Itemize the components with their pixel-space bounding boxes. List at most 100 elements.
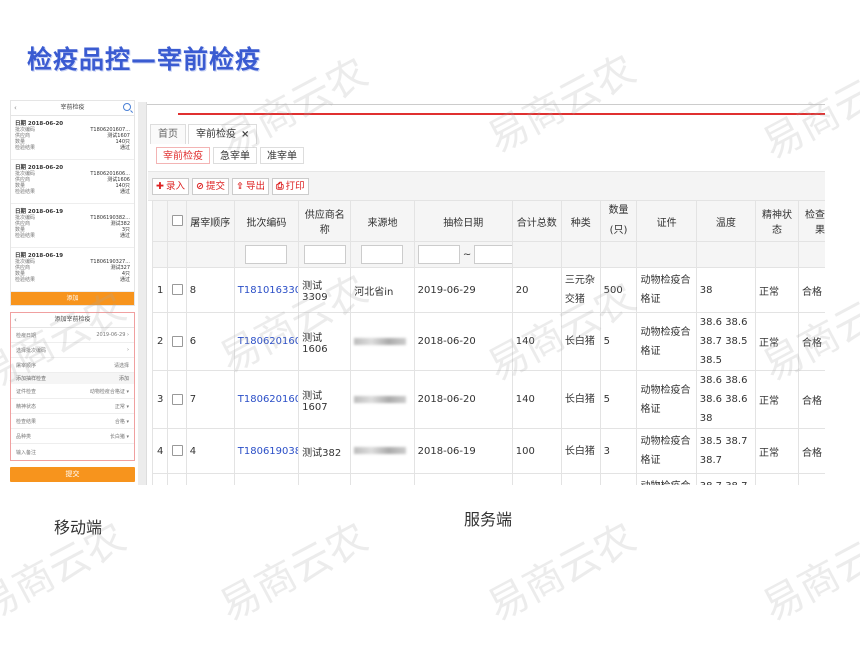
batch-code-link[interactable]: T181016330901 — [238, 285, 298, 296]
cell-cert: 动物检疫合格证 — [636, 473, 697, 485]
record-field-value: 通过 — [119, 277, 130, 283]
cell-batch[interactable]: T180620160601 — [233, 312, 300, 371]
col-header[interactable]: 供应商名称 — [298, 200, 352, 242]
submit-button[interactable]: ⊘ 提交 — [191, 178, 229, 195]
cell-origin — [350, 428, 415, 474]
row-checkbox[interactable] — [171, 445, 183, 457]
form-field[interactable]: 选择批次编码 › — [11, 343, 134, 358]
watermark: 易商云农 — [755, 514, 860, 631]
tab-home[interactable]: 首页 — [150, 124, 186, 144]
search-icon[interactable] — [123, 103, 131, 111]
batch-filter-input[interactable] — [245, 245, 288, 264]
mobile-record-card[interactable]: 日期 2018-06-20 批次编码 T1806201607... 供应商 测试1607… — [11, 116, 134, 160]
mobile-record-card[interactable]: 日期 2018-06-20 批次编码 T1806201606... 供应商 测试1606… — [11, 160, 134, 204]
batch-code-link[interactable]: T180620160701 — [238, 394, 298, 405]
form-field[interactable]: 精神状态 正常 ▾ — [11, 399, 134, 414]
col-header[interactable]: 证件 — [636, 200, 697, 242]
close-icon[interactable]: × — [241, 129, 249, 140]
mobile-list-header: ‹ 宰前检疫 — [11, 101, 134, 116]
cell-origin — [350, 370, 415, 429]
mobile-record-card[interactable]: 日期 2018-06-19 批次编码 T1806190382... 供应商 测试382 数… — [11, 204, 134, 248]
col-header[interactable]: 批次编码 — [233, 200, 300, 242]
form-field-label: 屠宰顺序 — [16, 362, 37, 369]
cell-supplier: 测试1607 — [298, 370, 352, 429]
subtab-emergency[interactable]: 急宰单 — [213, 147, 257, 164]
mobile-record-card[interactable]: 日期 2018-06-19 批次编码 T1806190327... 供应商 测试327 数… — [11, 248, 134, 292]
col-header[interactable]: 种类 — [560, 200, 601, 242]
record-field-label: 检验结果 — [15, 189, 36, 195]
export-button[interactable]: ⇪ 导出 — [231, 178, 269, 195]
select-all-checkbox[interactable] — [171, 215, 183, 227]
record-date: 日期 2018-06-20 — [15, 165, 64, 171]
form-field-label: 精神状态 — [16, 403, 37, 410]
supplier-filter-input[interactable] — [303, 245, 346, 264]
cell-order: 6 — [185, 312, 235, 371]
cell-qty: 500 — [599, 267, 638, 313]
batch-code-link[interactable]: T180619038202 — [238, 446, 298, 457]
mobile-add-button[interactable]: 添加 — [11, 292, 134, 305]
cell-date: 2018-06-20 — [413, 370, 513, 429]
sidebar-collapsed[interactable] — [138, 102, 147, 485]
cell-temp: 38 — [695, 267, 757, 313]
cell-date: 2018-06-19 — [413, 428, 513, 474]
slide-title: 检疫品控—宰前检疫 — [27, 45, 262, 74]
cell-batch[interactable]: T181016330901 — [233, 267, 300, 313]
date-to-input[interactable] — [474, 245, 512, 264]
col-header[interactable]: 抽检日期 — [413, 200, 513, 242]
table-row[interactable]: 55T180619032701测试3272018-06-19100长白猪3动物检… — [151, 473, 825, 485]
table-row[interactable]: 26T180620160601测试1606 2018-06-20140长白猪5动物… — [151, 312, 825, 371]
table-row[interactable]: 37T180620160701测试1607 2018-06-20140长白猪5动物… — [151, 370, 825, 429]
mobile-submit-button[interactable]: 提交 — [10, 467, 135, 482]
sample-add-link[interactable]: 添加 — [119, 375, 129, 382]
cell-total: 100 — [511, 473, 562, 485]
form-field[interactable]: 检查结果 合格 ▾ — [11, 414, 134, 429]
col-header[interactable]: 温度 — [695, 200, 757, 242]
form-field[interactable]: 屠宰顺序 请选择 — [11, 358, 134, 373]
mobile-list-screen: ‹ 宰前检疫 日期 2018-06-20 批次编码 T1806201607... 供应… — [10, 100, 135, 306]
print-button[interactable]: ⎙ 打印 — [271, 178, 309, 195]
cell-temp: 38.6 38.6 38.6 38.6 38 — [695, 370, 757, 429]
batch-code-link[interactable]: T180620160601 — [238, 336, 298, 347]
remark-field[interactable]: 输入备注 — [11, 444, 134, 460]
row-checkbox[interactable] — [171, 393, 183, 405]
cell-supplier: 测试382 — [298, 428, 352, 474]
row-checkbox-cell — [167, 428, 187, 474]
cell-batch[interactable]: T180619032701 — [233, 473, 300, 485]
row-checkbox-cell — [167, 267, 187, 313]
cell-temp: 38.6 38.6 38.7 38.5 38.5 — [695, 312, 757, 371]
date-from-input[interactable] — [417, 245, 460, 264]
subtab-approved[interactable]: 准宰单 — [260, 147, 304, 164]
tab-preslaughter[interactable]: 宰前检疫 × — [188, 124, 258, 144]
form-field[interactable]: 检疫日期 2019-06-29 › — [11, 328, 134, 343]
col-header[interactable]: 合计总数 — [511, 200, 562, 242]
cell-batch[interactable]: T180619038202 — [233, 428, 300, 474]
form-field-value: 正常 ▾ — [114, 403, 129, 410]
row-checkbox[interactable] — [171, 284, 183, 296]
col-header[interactable]: 精神状态 — [755, 200, 799, 242]
back-arrow-icon[interactable]: ‹ — [14, 313, 17, 327]
table-row[interactable]: 44T180619038202测试3822018-06-19100长白猪3动物检… — [151, 428, 825, 474]
record-date: 日期 2018-06-20 — [15, 121, 64, 127]
origin-filter-input[interactable] — [361, 245, 404, 264]
form-field[interactable]: 品种类 长白猪 ▾ — [11, 429, 134, 444]
toolbar: ✚ 录入 ⊘ 提交 ⇪ 导出 ⎙ 打印 — [152, 178, 309, 195]
cell-result: 合格 — [797, 267, 825, 313]
cell-cert: 动物检疫合格证 — [636, 267, 697, 313]
form-field-value: › — [127, 347, 129, 353]
cell-batch[interactable]: T180620160701 — [233, 370, 300, 429]
mobile-caption: 移动端 — [54, 518, 103, 537]
col-header[interactable]: 来源地 — [350, 200, 415, 242]
add-button[interactable]: ✚ 录入 — [152, 178, 189, 195]
back-arrow-icon[interactable]: ‹ — [14, 101, 17, 115]
subtab-preslaughter[interactable]: 宰前检疫 — [156, 147, 210, 164]
col-header[interactable]: 数量(只) — [599, 200, 638, 242]
form-field-label: 检查结果 — [16, 418, 37, 425]
cell-order: 5 — [185, 473, 235, 485]
col-header[interactable]: 检查结果 — [797, 200, 825, 242]
row-checkbox[interactable] — [171, 335, 183, 347]
cell-kind: 长白猪 — [560, 312, 601, 371]
cell-order: 8 — [185, 267, 235, 313]
form-field[interactable]: 证件检查 动物检疫合格证 ▾ — [11, 384, 134, 399]
table-row[interactable]: 18T181016330901测试3309河北省in2019-06-2920三元… — [151, 267, 825, 313]
col-header[interactable]: 屠宰顺序 — [185, 200, 235, 242]
